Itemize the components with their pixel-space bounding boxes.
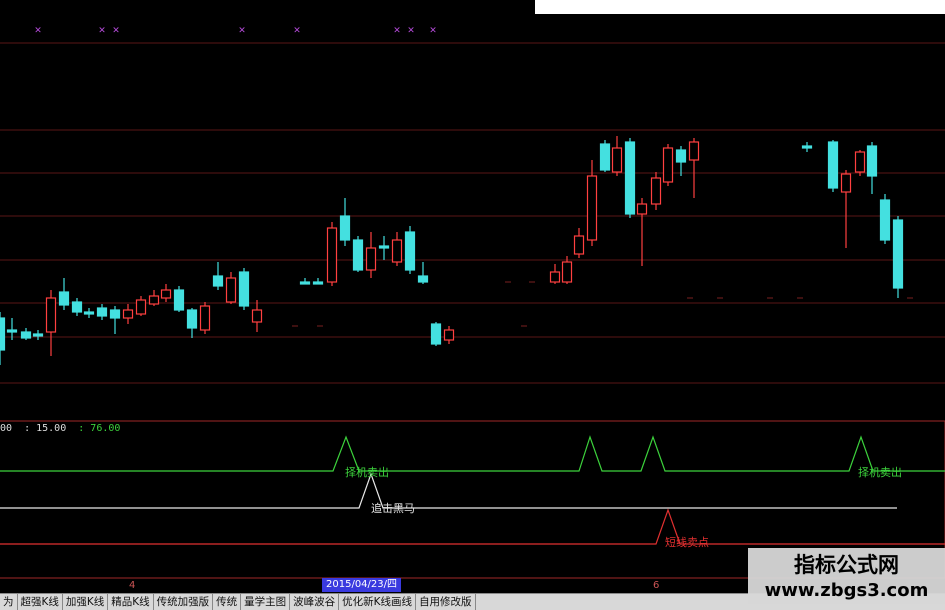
- candle-down: [879, 199, 891, 241]
- indicator-tab[interactable]: 量学主图: [241, 594, 291, 610]
- short-sell-line: [0, 508, 945, 545]
- short-sell-label: 短线卖点: [665, 536, 709, 549]
- candle-up: [636, 203, 648, 215]
- candle-up: [443, 329, 455, 341]
- candle-up: [160, 289, 172, 299]
- candle-down: [312, 281, 324, 285]
- candle-up: [586, 175, 598, 241]
- dark-horse-label: 追击黑马: [371, 502, 415, 515]
- signal-mark: ✕: [293, 26, 301, 36]
- readout-value-3: : 76.00: [78, 423, 121, 434]
- signal-mark: ✕: [238, 26, 246, 36]
- candle-up: [122, 309, 134, 319]
- candle-up: [251, 309, 263, 323]
- candle-up: [854, 151, 866, 173]
- candle-down: [32, 333, 44, 337]
- watermark: 指标公式网 www.zbgs3.com: [748, 548, 945, 604]
- signal-mark: ✕: [98, 26, 106, 36]
- candle-down: [404, 231, 416, 271]
- time-tick: 4: [129, 580, 136, 591]
- candles: [0, 136, 913, 365]
- candle-down: [173, 289, 185, 311]
- candle-down: [83, 311, 95, 315]
- signal-mark: ✕: [393, 26, 401, 36]
- top-panel-edge: [535, 0, 945, 14]
- sell-signal-line: [0, 435, 945, 472]
- candle-down: [339, 215, 351, 241]
- candle-down: [599, 143, 611, 171]
- candle-down: [801, 145, 813, 149]
- candle-up: [573, 235, 585, 255]
- candle-down: [892, 219, 904, 289]
- candle-up: [611, 147, 623, 173]
- indicator-tab[interactable]: 精品K线: [108, 594, 154, 610]
- candle-up: [45, 297, 57, 333]
- indicator-tab[interactable]: 传统加强版: [154, 594, 214, 610]
- candle-up: [148, 295, 160, 305]
- signal-mark: ✕: [34, 26, 42, 36]
- candle-down: [71, 301, 83, 313]
- indicator-readout: 00 : 15.00 : 76.00: [0, 423, 126, 434]
- candle-down: [378, 245, 390, 249]
- candle-down: [58, 291, 70, 306]
- indicator-tab[interactable]: 自用修改版: [416, 594, 476, 610]
- top-marks: ✕ ✕ ✕ ✕ ✕ ✕ ✕ ✕: [34, 26, 437, 36]
- candle-down: [430, 323, 442, 345]
- candle-down: [0, 317, 6, 351]
- candle-down: [624, 141, 636, 215]
- readout-value-2: : 15.00: [24, 423, 67, 434]
- candle-down: [675, 149, 687, 163]
- cursor-date: 2015/04/23/四: [322, 578, 402, 592]
- candle-down: [352, 239, 364, 271]
- indicator-tab[interactable]: 传统: [213, 594, 242, 610]
- candle-down: [299, 281, 311, 285]
- candle-down: [866, 145, 878, 177]
- candle-up: [391, 239, 403, 263]
- sell-signal-label: 择机卖出: [345, 466, 389, 479]
- candle-down: [238, 271, 250, 307]
- watermark-url: www.zbgs3.com: [764, 580, 929, 601]
- candle-up: [365, 247, 377, 271]
- candle-up: [650, 177, 662, 205]
- candlestick-chart[interactable]: ✕ ✕ ✕ ✕ ✕ ✕ ✕ ✕: [0, 0, 945, 609]
- candle-up: [225, 277, 237, 303]
- time-tick: 6: [653, 580, 660, 591]
- indicator-tab[interactable]: 为: [0, 594, 18, 610]
- candle-up: [326, 227, 338, 283]
- candle-down: [186, 309, 198, 329]
- candle-down: [96, 307, 108, 317]
- candle-up: [135, 299, 147, 315]
- candle-down: [20, 331, 32, 339]
- candle-down: [827, 141, 839, 189]
- candle-up: [199, 305, 211, 331]
- signal-lines: [0, 435, 945, 545]
- signal-mark: ✕: [429, 26, 437, 36]
- candle-down: [109, 309, 121, 319]
- indicator-tab[interactable]: 加强K线: [63, 594, 109, 610]
- indicator-tab[interactable]: 优化新K线画线: [339, 594, 417, 610]
- candle-up: [688, 141, 700, 161]
- signal-mark: ✕: [407, 26, 415, 36]
- candle-down: [417, 275, 429, 283]
- candle-down: [6, 329, 18, 333]
- signal-mark: ✕: [112, 26, 120, 36]
- dark-horse-line: [0, 472, 897, 509]
- indicator-tab[interactable]: 超强K线: [18, 594, 63, 610]
- candle-up: [561, 261, 573, 283]
- candle-up: [840, 173, 852, 193]
- candle-up: [549, 271, 561, 283]
- candle-up: [662, 147, 674, 183]
- indicator-tab[interactable]: 波峰波谷: [290, 594, 340, 610]
- sell-signal-label: 择机卖出: [858, 466, 902, 479]
- watermark-title: 指标公式网: [794, 553, 899, 577]
- readout-value-1: 00: [0, 423, 13, 434]
- candle-down: [212, 275, 224, 287]
